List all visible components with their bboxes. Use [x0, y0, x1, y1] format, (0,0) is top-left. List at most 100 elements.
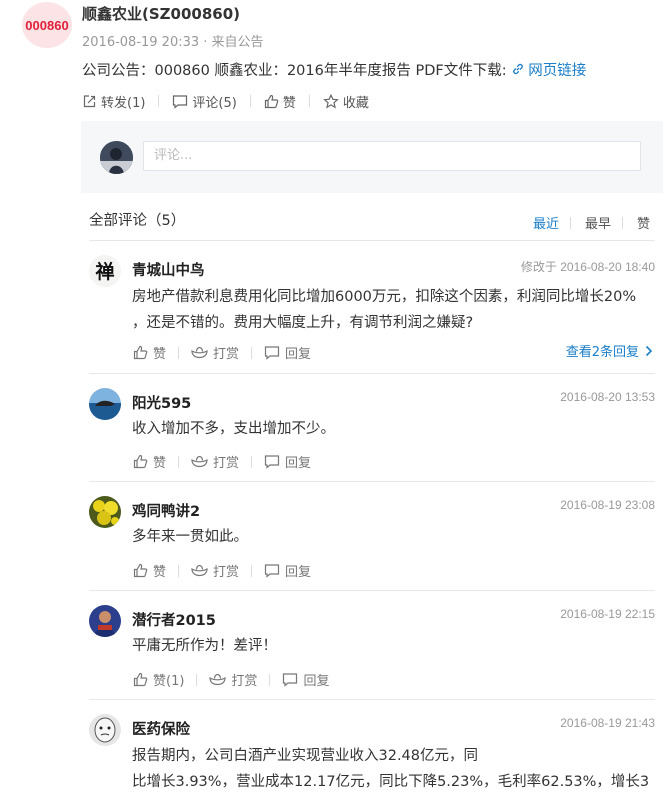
divider [89, 373, 655, 374]
thumbs-up-icon [133, 345, 148, 360]
like-button[interactable]: 赞(1) [133, 670, 184, 689]
avatar[interactable] [89, 605, 121, 637]
comment-time: 2016-08-19 22:15 [560, 607, 655, 621]
tip-button[interactable]: 打赏 [209, 670, 257, 689]
comment-text: 收入增加不多，支出增加不少。 [132, 416, 335, 442]
like-label: 赞(1) [153, 674, 185, 689]
sort-latest[interactable]: 最近 [533, 213, 559, 232]
tip-button[interactable]: 打赏 [191, 452, 239, 471]
comment-input[interactable]: 评论... [143, 141, 641, 171]
comment-text: 多年来一贯如此。 [132, 524, 248, 550]
reply-label: 回复 [303, 674, 330, 689]
comment-actions: 赞 打赏 回复 [133, 561, 311, 580]
ingot-icon [191, 564, 208, 577]
comment-username[interactable]: 医药保险 [132, 718, 190, 739]
avatar-image [89, 496, 121, 528]
reply-button[interactable]: 回复 [264, 452, 311, 471]
forward-icon [83, 94, 96, 107]
reply-label: 回复 [285, 347, 312, 362]
comment-icon [173, 94, 188, 109]
chevron-right-icon [645, 345, 653, 356]
reply-button[interactable]: 回复 [264, 561, 311, 580]
thumbs-up-icon [264, 94, 279, 108]
avatar[interactable] [89, 496, 121, 528]
forward-button[interactable]: 转发(1) [82, 92, 145, 111]
tip-label: 打赏 [213, 347, 240, 362]
divider [308, 95, 310, 107]
comment-line: 收入增加不多，支出增加不少。 [132, 421, 335, 437]
comment-line: 平庸无所作为！差评！ [132, 638, 277, 654]
favorite-label: 收藏 [342, 95, 369, 111]
comment-button[interactable]: 评论(5) [172, 92, 237, 111]
divider [158, 95, 160, 107]
web-link-label: 网页链接 [528, 63, 587, 79]
stock-avatar[interactable]: 000860 [22, 2, 72, 48]
tip-label: 打赏 [213, 456, 240, 471]
avatar[interactable] [89, 714, 121, 746]
divider [178, 455, 180, 468]
like-button[interactable]: 赞 [133, 452, 166, 471]
reply-label: 回复 [285, 456, 312, 471]
tip-label: 打赏 [231, 674, 258, 689]
divider [89, 240, 655, 241]
comment-time: 2016-08-20 13:53 [560, 390, 655, 404]
like-button[interactable]: 赞 [133, 561, 166, 580]
comment-username[interactable]: 潜行者2015 [132, 609, 216, 630]
forward-label: 转发(1) [101, 95, 146, 111]
avatar[interactable] [89, 388, 121, 420]
tip-button[interactable]: 打赏 [191, 561, 239, 580]
star-icon [323, 93, 339, 109]
comment-icon [283, 673, 298, 687]
tip-label: 打赏 [213, 565, 240, 580]
comment-line: 比增长3.93%，营业成本12.17亿元，同比下降5.23%，毛利率62.53%… [132, 774, 650, 790]
comment-time: 2016-08-19 21:43 [560, 716, 655, 730]
comments-title: 全部评论（5） [89, 213, 186, 229]
comment-actions: 赞(1) 打赏 回复 [133, 670, 329, 689]
current-user-avatar [100, 141, 133, 174]
divider [251, 455, 253, 468]
reply-label: 回复 [285, 565, 312, 580]
avatar-image [100, 141, 133, 174]
ingot-icon [191, 455, 208, 468]
thumbs-up-icon [133, 563, 148, 578]
comment-username[interactable]: 鸡同鸭讲2 [132, 500, 200, 521]
thumbs-up-icon [133, 454, 148, 469]
divider [622, 217, 623, 229]
sort-likes[interactable]: 赞 [637, 213, 650, 232]
like-label: 赞 [282, 95, 296, 111]
comment-username[interactable]: 青城山中鸟 [132, 259, 205, 280]
view-replies-label: 查看2条回复 [565, 345, 639, 360]
comment-actions: 赞 打赏 回复 [133, 452, 311, 471]
like-button[interactable]: 赞 [264, 92, 296, 111]
post-meta: 2016-08-19 20:33 · 来自公告 [82, 35, 264, 50]
reply-button[interactable]: 回复 [264, 343, 311, 362]
post-author[interactable]: 顺鑫农业(SZ000860) [82, 3, 240, 24]
tip-button[interactable]: 打赏 [191, 343, 239, 362]
divider [89, 590, 655, 591]
comment-line: 报告期内，公司白酒产业实现营业收入32.48亿元，同 [132, 748, 479, 764]
like-button[interactable]: 赞 [133, 343, 166, 362]
comment-line: 多年来一贯如此。 [132, 529, 248, 545]
svg-text:禅: 禅 [94, 260, 114, 283]
post-content: 公司公告：000860 顺鑫农业：2016年半年度报告 PDF文件下载: 网页链… [82, 59, 586, 80]
avatar-image: 禅 [89, 255, 121, 287]
divider [178, 564, 180, 577]
divider [89, 699, 655, 700]
view-replies-link[interactable]: 查看2条回复 [566, 341, 653, 360]
avatar-image [89, 388, 121, 420]
comment-label: 评论(5) [192, 95, 237, 111]
divider [570, 217, 571, 229]
ingot-icon [191, 346, 208, 359]
avatar[interactable]: 禅 [89, 255, 121, 287]
like-label: 赞 [153, 347, 167, 362]
web-link[interactable]: 网页链接 [511, 63, 586, 79]
divider [89, 481, 655, 482]
link-icon [513, 63, 524, 75]
sort-earliest[interactable]: 最早 [585, 213, 611, 232]
divider [178, 346, 180, 359]
divider [251, 346, 253, 359]
reply-button[interactable]: 回复 [282, 670, 329, 689]
divider [249, 95, 251, 107]
favorite-button[interactable]: 收藏 [323, 92, 369, 111]
comment-username[interactable]: 阳光595 [132, 392, 191, 413]
